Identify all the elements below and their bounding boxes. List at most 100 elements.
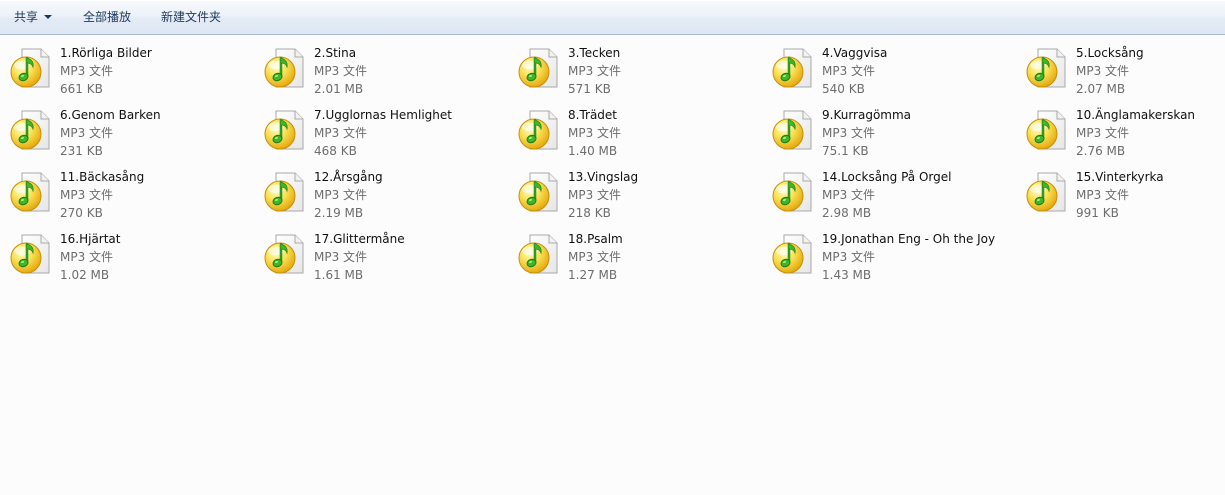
file-size: 1.61 MB [314, 268, 364, 282]
file-name: 8.Trädet [568, 108, 618, 122]
file-type: MP3 文件 [822, 64, 876, 78]
file-type: MP3 文件 [568, 126, 622, 140]
file-item[interactable]: 8.Trädet MP3 文件 1.40 MB [512, 100, 752, 158]
file-type: MP3 文件 [822, 126, 876, 140]
file-name: 4.Vaggvisa [822, 46, 888, 60]
file-name: 10.Änglamakerskan [1076, 108, 1196, 122]
file-size: 991 KB [1076, 206, 1119, 220]
file-type: MP3 文件 [568, 64, 622, 78]
play-all-label: 全部播放 [83, 10, 132, 24]
file-size: 1.43 MB [822, 268, 872, 282]
file-type: MP3 文件 [1076, 64, 1130, 78]
play-all-button[interactable]: 全部播放 [83, 0, 131, 34]
mp3-file-icon [770, 232, 814, 276]
file-type: MP3 文件 [314, 64, 368, 78]
file-type: MP3 文件 [314, 188, 368, 202]
mp3-file-icon [770, 108, 814, 152]
file-item[interactable]: 18.Psalm MP3 文件 1.27 MB [512, 224, 752, 282]
file-size: 540 KB [822, 82, 865, 96]
file-name: 19.Jonathan Eng - Oh the Joy [822, 232, 996, 246]
file-size: 231 KB [60, 144, 103, 158]
mp3-file-icon [8, 232, 52, 276]
file-type: MP3 文件 [60, 188, 114, 202]
new-folder-button[interactable]: 新建文件夹 [161, 0, 221, 34]
command-bar: 共享 全部播放 新建文件夹 [0, 0, 1225, 35]
file-size: 2.07 MB [1076, 82, 1126, 96]
file-name: 12.Årsgång [314, 170, 383, 184]
file-size: 1.40 MB [568, 144, 618, 158]
mp3-file-icon [1024, 46, 1068, 90]
file-size: 270 KB [60, 206, 103, 220]
mp3-file-icon [516, 232, 560, 276]
file-type: MP3 文件 [60, 250, 114, 264]
file-name: 7.Ugglornas Hemlighet [314, 108, 452, 122]
file-name: 13.Vingslag [568, 170, 639, 184]
file-item[interactable]: 6.Genom Barken MP3 文件 231 KB [4, 100, 244, 158]
mp3-file-icon [1024, 108, 1068, 152]
file-item[interactable]: 2.Stina MP3 文件 2.01 MB [258, 38, 498, 96]
file-name: 3.Tecken [568, 46, 621, 60]
file-item[interactable]: 14.Locksång På Orgel MP3 文件 2.98 MB [766, 162, 1006, 220]
file-name: 15.Vinterkyrka [1076, 170, 1164, 184]
new-folder-label: 新建文件夹 [161, 10, 222, 24]
mp3-file-icon [516, 108, 560, 152]
file-type: MP3 文件 [314, 126, 368, 140]
file-name: 1.Rörliga Bilder [60, 46, 152, 60]
share-button[interactable]: 共享 [14, 0, 53, 34]
file-item[interactable]: 1.Rörliga Bilder MP3 文件 661 KB [4, 38, 244, 96]
file-item[interactable]: 11.Bäckasång MP3 文件 270 KB [4, 162, 244, 220]
file-item[interactable]: 19.Jonathan Eng - Oh the Joy MP3 文件 1.43 M… [766, 224, 1006, 282]
mp3-file-icon [8, 108, 52, 152]
file-name: 6.Genom Barken [60, 108, 161, 122]
mp3-file-icon [770, 46, 814, 90]
mp3-file-icon [8, 46, 52, 90]
file-item[interactable]: 10.Änglamakerskan MP3 文件 2.76 MB [1020, 100, 1225, 158]
chevron-down-icon [44, 15, 53, 19]
file-size: 2.01 MB [314, 82, 364, 96]
file-item[interactable]: 16.Hjärtat MP3 文件 1.02 MB [4, 224, 244, 282]
file-name: 5.Locksång [1076, 46, 1144, 60]
file-name: 16.Hjärtat [60, 232, 121, 246]
file-type: MP3 文件 [1076, 126, 1130, 140]
file-item[interactable]: 13.Vingslag MP3 文件 218 KB [512, 162, 752, 220]
mp3-file-icon [262, 108, 306, 152]
file-name: 11.Bäckasång [60, 170, 145, 184]
file-size: 2.19 MB [314, 206, 364, 220]
file-item[interactable]: 15.Vinterkyrka MP3 文件 991 KB [1020, 162, 1225, 220]
file-item[interactable]: 4.Vaggvisa MP3 文件 540 KB [766, 38, 1006, 96]
file-item[interactable]: 12.Årsgång MP3 文件 2.19 MB [258, 162, 498, 220]
file-item[interactable]: 7.Ugglornas Hemlighet MP3 文件 468 KB [258, 100, 498, 158]
file-type: MP3 文件 [1076, 188, 1130, 202]
file-name: 2.Stina [314, 46, 357, 60]
file-item[interactable]: 9.Kurragömma MP3 文件 75.1 KB [766, 100, 1006, 158]
mp3-file-icon [8, 170, 52, 214]
file-type: MP3 文件 [60, 64, 114, 78]
mp3-file-icon [262, 232, 306, 276]
file-item[interactable]: 17.Glittermåne MP3 文件 1.61 MB [258, 224, 498, 282]
file-item[interactable]: 5.Locksång MP3 文件 2.07 MB [1020, 38, 1225, 96]
file-type: MP3 文件 [822, 250, 876, 264]
mp3-file-icon [770, 170, 814, 214]
file-list: 1.Rörliga Bilder MP3 文件 661 KB 2.Stina MP3 文… [0, 35, 1225, 495]
file-name: 18.Psalm [568, 232, 623, 246]
file-type: MP3 文件 [568, 188, 622, 202]
file-size: 218 KB [568, 206, 611, 220]
mp3-file-icon [1024, 170, 1068, 214]
file-item[interactable]: 3.Tecken MP3 文件 571 KB [512, 38, 752, 96]
file-size: 2.98 MB [822, 206, 872, 220]
file-type: MP3 文件 [314, 250, 368, 264]
file-name: 9.Kurragömma [822, 108, 912, 122]
mp3-file-icon [262, 170, 306, 214]
file-size: 1.27 MB [568, 268, 618, 282]
file-name: 17.Glittermåne [314, 232, 405, 246]
file-type: MP3 文件 [568, 250, 622, 264]
mp3-file-icon [516, 46, 560, 90]
file-type: MP3 文件 [822, 188, 876, 202]
file-size: 468 KB [314, 144, 357, 158]
file-size: 661 KB [60, 82, 103, 96]
file-type: MP3 文件 [60, 126, 114, 140]
file-name: 14.Locksång På Orgel [822, 170, 952, 184]
file-size: 2.76 MB [1076, 144, 1126, 158]
file-size: 75.1 KB [822, 144, 869, 158]
file-size: 1.02 MB [60, 268, 110, 282]
